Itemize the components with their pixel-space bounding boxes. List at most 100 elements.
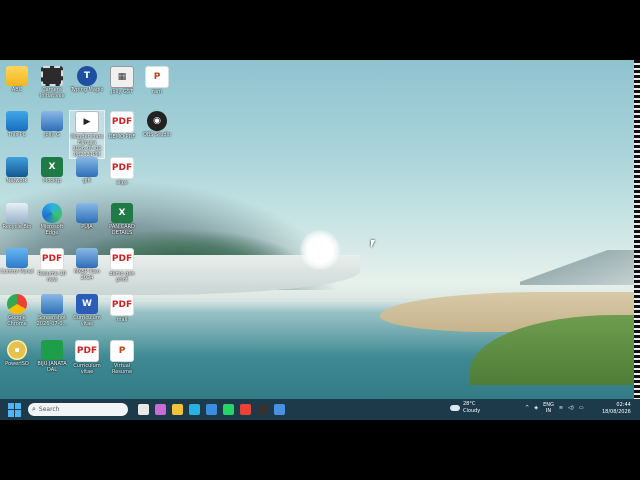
- desktop-icon[interactable]: PDF Resume-10 new: [35, 248, 69, 283]
- weather-temp: 28°C: [463, 401, 476, 407]
- video-file-icon: ▶: [75, 111, 99, 133]
- desktop-icon[interactable]: gift: [70, 157, 104, 184]
- desktop-icon-label: mail: [116, 317, 128, 323]
- desktop-icon[interactable]: Microsoft Edge: [35, 203, 69, 236]
- desktop-icon[interactable]: PDF DEMO PDF: [105, 111, 139, 140]
- desktop-icon[interactable]: Camera Initiatives: [35, 66, 69, 99]
- desktop-icon-label: PowerISO: [5, 361, 29, 367]
- desktop-icon[interactable]: Network: [0, 157, 34, 184]
- obs-icon[interactable]: [257, 404, 268, 415]
- desktop-icon[interactable]: Pram: [140, 66, 174, 95]
- desktop-icon-label: Microsoft Edge: [40, 224, 64, 236]
- taskbar-search[interactable]: ⌕ Search: [28, 403, 128, 416]
- desktop-icon-label: BIJU JANATA DAL: [37, 361, 67, 373]
- desktop-icon-label: Jolly GST: [111, 89, 133, 95]
- desktop-icon[interactable]: Jolly G: [35, 111, 69, 138]
- desktop-icon-label: Curriculum vitae: [73, 315, 101, 327]
- desktop-icon-label: Mocktp: [42, 178, 62, 184]
- taskbar: ⌕ Search 28°C Cloudy ^ ◈ ENG IN ≋ ◁) ▭ 0…: [0, 399, 640, 420]
- film-icon: [41, 66, 63, 86]
- wifi-icon[interactable]: ≋: [559, 405, 563, 411]
- computer-icon: [6, 111, 28, 131]
- chrome-icon[interactable]: [240, 404, 251, 415]
- recycle-bin-icon: [6, 203, 28, 223]
- typing-app-icon: T: [77, 66, 97, 86]
- app-tray-icon[interactable]: ◈: [534, 405, 538, 411]
- image-file-icon: [76, 157, 98, 177]
- desktop-icon[interactable]: ABC: [0, 66, 34, 93]
- sound-icon[interactable]: ◁): [568, 405, 574, 411]
- weather-condition: Cloudy: [463, 408, 481, 414]
- wallpaper-mountain: [520, 250, 640, 285]
- desktop-icon[interactable]: Control Panel: [0, 248, 34, 275]
- desktop-icon-label: slips: [116, 180, 128, 186]
- app-icon[interactable]: [274, 404, 285, 415]
- desktop-icon[interactable]: ▶ Wondershare Filmora 2026-07-01 082321PM: [69, 110, 105, 159]
- store-icon[interactable]: [206, 404, 217, 415]
- excel-icon: X: [41, 157, 63, 177]
- desktop-icon-label: This PC: [7, 132, 27, 138]
- network-icon: [6, 157, 28, 177]
- desktop-icon[interactable]: X Mocktp: [35, 157, 69, 184]
- desktop-icon[interactable]: ▦ Jolly GST: [105, 66, 139, 95]
- desktop-icon[interactable]: ◉ OBS Studio: [140, 111, 174, 138]
- control-panel-icon: [6, 248, 28, 268]
- search-placeholder: Search: [38, 406, 60, 413]
- desktop-icon[interactable]: This PC: [0, 111, 34, 138]
- desktop-icon-label: Screenshot 2026-07-0...: [36, 315, 68, 327]
- desktop-icon-label: Virtual Resume: [111, 363, 133, 375]
- desktop-icon-label: Google Chrome: [7, 315, 27, 327]
- word-icon: W: [76, 294, 98, 314]
- start-button[interactable]: [8, 402, 22, 417]
- clock[interactable]: 02:44 18/08/2026: [602, 402, 631, 416]
- desktop-icon[interactable]: Screenshot 2026-07-0...: [35, 294, 69, 327]
- desktop-icon[interactable]: P Virtual Resume: [105, 340, 139, 375]
- desktop-icon[interactable]: PDF mail: [105, 294, 139, 323]
- pdf-icon: PDF: [40, 248, 64, 270]
- desktop-icon[interactable]: PDF slips: [105, 157, 139, 186]
- desktop-icon[interactable]: Recycle Bin: [0, 203, 34, 230]
- image-file-icon: [41, 294, 63, 314]
- pdf-icon: PDF: [110, 294, 134, 316]
- task-view-icon[interactable]: [138, 404, 149, 415]
- desktop-icon-label: PUJA: [81, 224, 93, 230]
- chevron-up-icon[interactable]: ^: [525, 405, 529, 411]
- region-code: IN: [545, 408, 552, 414]
- edge-icon: [42, 203, 62, 223]
- desktop-icon[interactable]: PDF Curriculum vitae: [70, 340, 104, 375]
- pdf-icon: PDF: [110, 111, 134, 133]
- desktop-icon[interactable]: W Curriculum vitae: [70, 294, 104, 327]
- mouse-cursor: [371, 240, 375, 248]
- presentation-icon: P: [145, 66, 169, 88]
- chrome-icon: [7, 294, 27, 314]
- desktop-icon[interactable]: T Typing Magic: [70, 66, 104, 93]
- whatsapp-icon[interactable]: [223, 404, 234, 415]
- desktop-icon-label: Network: [6, 178, 28, 184]
- desktop-icon-label: DEMO PDF: [108, 134, 136, 140]
- calculator-icon: ▦: [110, 66, 134, 88]
- file-explorer-icon[interactable]: [172, 404, 183, 415]
- desktop-icon[interactable]: Google Chrome: [0, 294, 34, 327]
- desktop-icon-label: ram: [152, 89, 162, 95]
- desktop-icon-label: Camera Initiatives: [39, 87, 65, 99]
- desktop-icon[interactable]: PowerISO: [0, 340, 34, 367]
- desktop-icon-label: OBS Studio: [143, 132, 171, 138]
- desktop-icon-label: Recycle Bin: [2, 224, 32, 230]
- edge-icon[interactable]: [189, 404, 200, 415]
- desktop-icon-label: Control Panel: [0, 269, 34, 275]
- copilot-icon[interactable]: [155, 404, 166, 415]
- desktop: ABC Camera Initiatives T Typing Magic ▦ Jolly…: [0, 60, 640, 420]
- desktop-icon[interactable]: PDF demo gen print: [105, 248, 139, 283]
- desktop-icon[interactable]: PUJA: [70, 203, 104, 230]
- desktop-icon-label: Curriculum vitae: [73, 363, 101, 375]
- language-indicator[interactable]: ENG IN: [543, 402, 554, 414]
- desktop-icon-label: Typing Magic: [70, 87, 104, 93]
- screen-edge: [634, 60, 640, 420]
- weather-widget[interactable]: 28°C Cloudy: [450, 401, 480, 415]
- desktop-icon[interactable]: MKSP Plan 2024: [70, 248, 104, 281]
- desktop-icon-label: Wondershare Filmora 2026-07-01 082321PM: [70, 134, 104, 158]
- desktop-icon[interactable]: BIJU JANATA DAL: [35, 340, 69, 373]
- poweriso-icon: [7, 340, 27, 360]
- battery-icon[interactable]: ▭: [579, 405, 584, 411]
- desktop-icon[interactable]: X PAN CARD DETAILS: [105, 203, 139, 236]
